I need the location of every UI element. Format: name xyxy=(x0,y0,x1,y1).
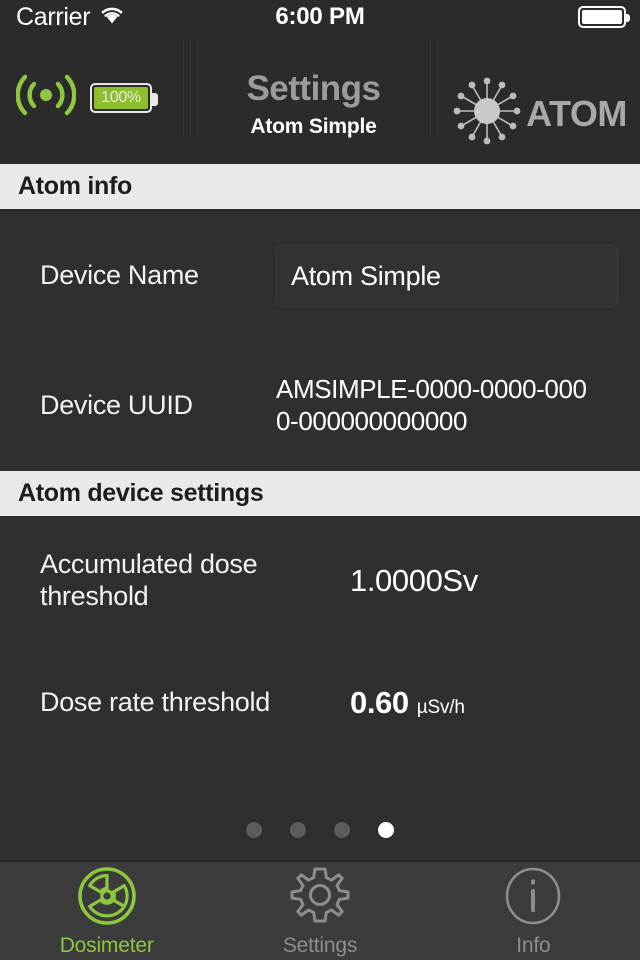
ios-status-bar: Carrier 6:00 PM xyxy=(0,0,640,34)
device-battery-label: 100% xyxy=(101,88,141,106)
device-name-label: Device Name xyxy=(40,260,199,291)
wifi-icon xyxy=(99,5,125,29)
device-battery-icon: 100% xyxy=(90,82,158,113)
tab-dosimeter[interactable]: Dosimeter xyxy=(0,865,213,958)
row-accumulated-dose-threshold[interactable]: Accumulated dose threshold 1.0000Sv xyxy=(0,518,640,643)
atom-burst-icon xyxy=(450,74,524,153)
signal-wave-icon xyxy=(15,72,77,123)
app-root: Carrier 6:00 PM 100% Settings Atom Simpl… xyxy=(0,0,640,960)
device-status-group: 100% xyxy=(0,34,183,123)
tab-dosimeter-label: Dosimeter xyxy=(59,933,154,957)
dose-rate-threshold-value: 0.60 xyxy=(350,685,409,720)
tab-info[interactable]: Info xyxy=(427,865,640,958)
row-device-uuid: Device UUID AMSIMPLE-0000-0000-0000-0000… xyxy=(0,341,640,471)
tab-settings[interactable]: Settings xyxy=(213,865,426,958)
row-device-name: Device Name Atom Simple xyxy=(0,211,640,341)
page-title: Settings xyxy=(246,69,381,108)
section-body-atom-info: Device Name Atom Simple Device UUID AMSI… xyxy=(0,211,640,471)
header-divider xyxy=(190,40,191,136)
page-dot[interactable] xyxy=(334,822,350,838)
battery-full-icon xyxy=(578,6,630,28)
tab-bar: Dosimeter Settings Info xyxy=(0,860,640,960)
row-dose-rate-threshold[interactable]: Dose rate threshold 0.60 µSv/h xyxy=(0,643,640,763)
section-header-device-settings: Atom device settings xyxy=(0,471,640,518)
device-uuid-value: AMSIMPLE-0000-0000-0000-000000000000 xyxy=(276,374,587,436)
dose-rate-threshold-unit: µSv/h xyxy=(416,697,465,718)
carrier-label: Carrier xyxy=(16,2,91,31)
gear-icon xyxy=(289,865,351,932)
tab-info-label: Info xyxy=(516,933,551,957)
dose-rate-threshold-label: Dose rate threshold xyxy=(40,687,270,718)
section-body-device-settings: Accumulated dose threshold 1.0000Sv Dose… xyxy=(0,518,640,763)
header-divider xyxy=(183,40,184,136)
page-dot[interactable] xyxy=(290,822,306,838)
app-header: 100% Settings Atom Simple ATOM xyxy=(0,34,640,164)
accumulated-dose-threshold-label: Accumulated dose threshold xyxy=(40,548,258,611)
accumulated-dose-threshold-value: 1.0000Sv xyxy=(350,562,478,598)
device-uuid-label: Device UUID xyxy=(40,390,193,421)
tab-settings-label: Settings xyxy=(282,933,358,957)
page-subtitle: Atom Simple xyxy=(250,114,377,138)
device-name-input[interactable]: Atom Simple xyxy=(276,245,618,307)
page-dot-active[interactable] xyxy=(378,822,394,838)
page-dot[interactable] xyxy=(246,822,262,838)
header-title-group: Settings Atom Simple xyxy=(197,70,430,139)
page-indicator-area xyxy=(0,763,640,860)
dose-rate-threshold-value-group: 0.60 µSv/h xyxy=(350,685,465,721)
brand-group: ATOM xyxy=(437,74,640,153)
status-bar-left: Carrier xyxy=(0,2,125,31)
status-bar-right xyxy=(578,6,640,28)
section-header-atom-info: Atom info xyxy=(0,164,640,211)
header-divider xyxy=(430,40,431,136)
brand-label: ATOM xyxy=(526,92,627,134)
info-circle-icon xyxy=(502,865,564,932)
page-indicator[interactable] xyxy=(246,822,394,838)
radiation-trefoil-icon xyxy=(76,865,138,932)
